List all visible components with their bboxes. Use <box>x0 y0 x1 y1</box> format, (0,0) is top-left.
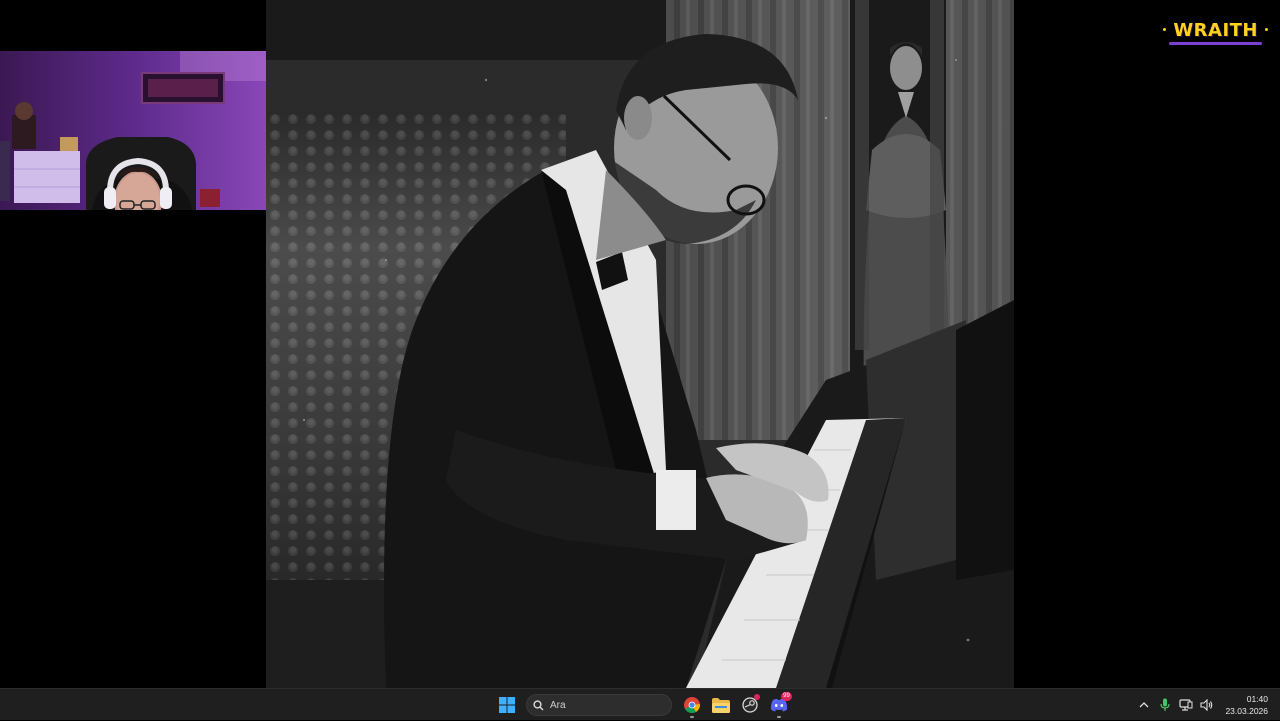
brand-logo-text: WRAITH <box>1173 20 1258 41</box>
webcam-overlay <box>0 51 270 210</box>
pianist-photo-image <box>266 0 1014 688</box>
search-icon <box>533 699 544 710</box>
microphone-button[interactable] <box>1155 694 1175 716</box>
network-icon <box>1179 699 1193 711</box>
clock-button[interactable]: 01:40 23.03.2026 <box>1225 693 1268 717</box>
windows-start-icon <box>499 697 515 713</box>
running-indicator <box>690 716 694 718</box>
clock-time: 01:40 <box>1246 694 1268 704</box>
folder-icon <box>712 697 730 713</box>
discord-badge: 99 <box>781 692 792 701</box>
chevron-up-icon <box>1139 702 1149 708</box>
taskbar-app-generic[interactable] <box>736 691 764 719</box>
chrome-icon <box>684 697 700 713</box>
sparkle-icon <box>1163 28 1167 31</box>
start-button[interactable] <box>493 691 521 719</box>
taskbar-center: Ara 99 <box>493 689 794 721</box>
search-placeholder: Ara <box>550 699 566 711</box>
speaker-icon <box>1200 699 1213 711</box>
show-hidden-icons-button[interactable] <box>1134 694 1154 716</box>
windows-taskbar: Ara 99 01:40 23.03.2026 <box>0 688 1280 720</box>
microphone-icon <box>1160 698 1171 711</box>
clock-date: 23.03.2026 <box>1225 706 1268 716</box>
main-photo <box>266 0 1014 688</box>
running-indicator <box>777 716 781 718</box>
brand-logo: WRAITH <box>1163 18 1268 45</box>
brand-underline <box>1169 42 1262 45</box>
taskbar-app-discord[interactable]: 99 <box>765 691 793 719</box>
network-button[interactable] <box>1176 694 1196 716</box>
notification-dot <box>754 694 760 700</box>
taskbar-app-chrome[interactable] <box>678 691 706 719</box>
streamer-webcam-image <box>0 51 270 210</box>
taskbar-search[interactable]: Ara <box>526 694 672 716</box>
volume-button[interactable] <box>1197 694 1217 716</box>
taskbar-app-explorer[interactable] <box>707 691 735 719</box>
sparkle-icon <box>1265 28 1268 31</box>
system-tray: 01:40 23.03.2026 <box>1133 689 1268 721</box>
